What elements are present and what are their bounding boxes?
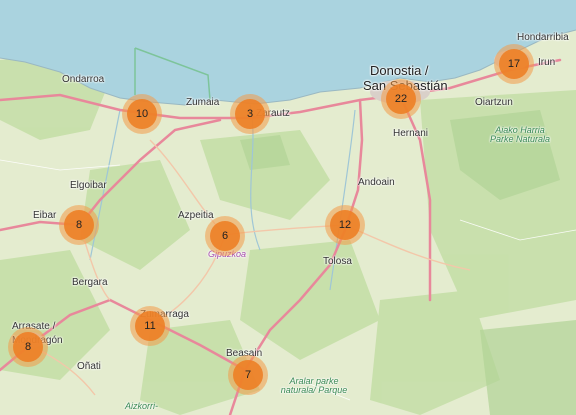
place-label-oiartzun: Oiartzun: [475, 97, 513, 108]
cluster-count: 6: [221, 230, 229, 242]
park-label-aiako-harria: Aiako Harria Parke Naturala: [489, 125, 551, 144]
place-label-bergara: Bergara: [72, 277, 108, 288]
place-label-azpeitia: Azpeitia: [178, 210, 214, 221]
place-label-andoain: Andoain: [358, 177, 395, 188]
place-label-onati: Oñati: [77, 361, 101, 372]
cluster-count: 11: [144, 320, 156, 332]
place-label-eibar: Eibar: [33, 210, 57, 221]
cluster-count: 3: [246, 108, 254, 120]
cluster-marker-donostia[interactable]: 22: [381, 79, 421, 119]
cluster-marker-irun[interactable]: 17: [494, 44, 534, 84]
cluster-marker-zumarraga[interactable]: 11: [130, 306, 170, 346]
cluster-marker-azpeitia[interactable]: 6: [205, 216, 245, 256]
cluster-count: 12: [338, 219, 352, 231]
place-label-ondarroa: Ondarroa: [62, 74, 105, 85]
cluster-count: 8: [24, 341, 32, 353]
place-label-tolosa: Tolosa: [323, 256, 352, 267]
place-label-zumaia: Zumaia: [186, 97, 220, 108]
place-label-aizkorri: Aizkorri-: [125, 401, 158, 411]
place-label-elgoibar: Elgoibar: [70, 180, 107, 191]
place-label-hondarribia: Hondarribia: [517, 32, 569, 43]
cluster-marker-ondarroa[interactable]: 10: [122, 94, 162, 134]
place-label-donostia: Donostia /: [370, 63, 429, 78]
cluster-count: 8: [75, 219, 83, 231]
place-label-irun: Irun: [538, 57, 556, 68]
cluster-marker-zarautz[interactable]: 3: [230, 94, 270, 134]
place-label-hernani: Hernani: [393, 128, 429, 139]
cluster-count: 10: [135, 108, 149, 120]
cluster-count: 7: [244, 369, 252, 381]
cluster-marker-arrasate[interactable]: 8: [8, 327, 48, 367]
cluster-count: 17: [507, 58, 521, 70]
cluster-marker-tolosa[interactable]: 12: [325, 205, 365, 245]
cluster-count: 22: [394, 93, 408, 105]
cluster-marker-eibar[interactable]: 8: [59, 205, 99, 245]
map-view[interactable]: Hondarribia Irun Donostia / San Sebastiá…: [0, 0, 576, 415]
cluster-marker-beasain[interactable]: 7: [228, 355, 268, 395]
park-label-aralar: Aralar parke naturala/ Parque: [280, 376, 348, 395]
